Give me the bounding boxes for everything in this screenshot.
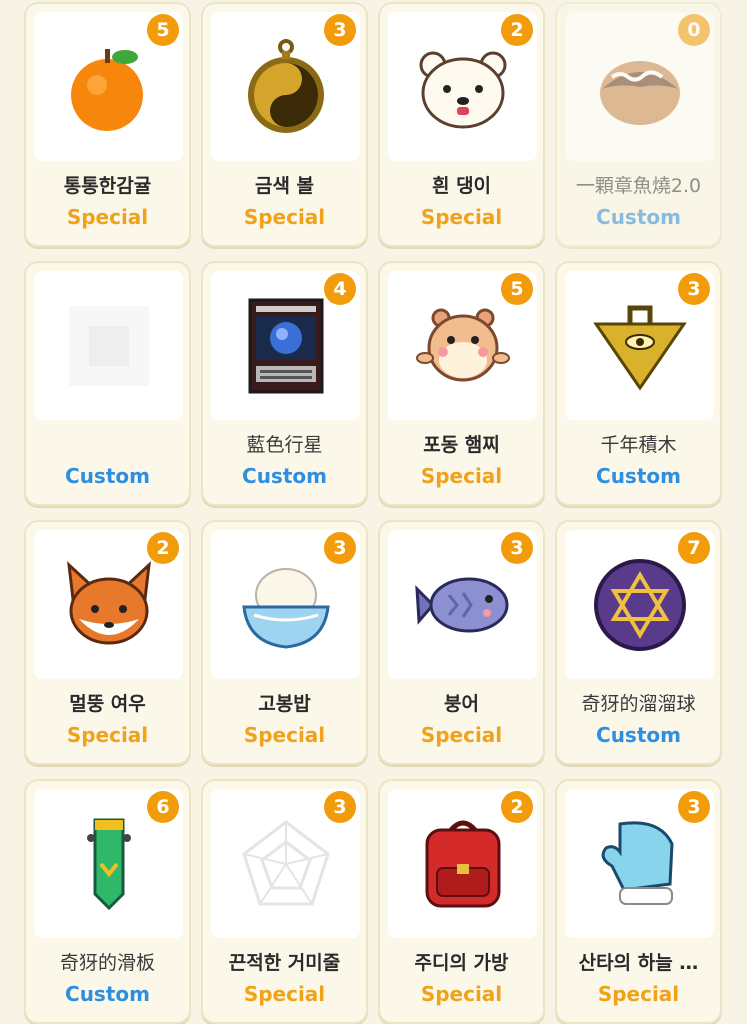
item-type-label: Special [66,205,149,229]
item-card[interactable]: 6 奇犽的滑板 Custom [24,779,191,1024]
mitten-icon [601,820,674,905]
item-type-label: Custom [596,723,681,747]
item-card[interactable]: 2 흰 댕이 Special [378,2,545,247]
hamster-icon [415,308,510,381]
red-backpack-icon [425,820,500,907]
hexagram-yoyo-icon [593,558,686,651]
item-card[interactable]: 3 금색 볼 Special [201,2,368,247]
item-name: 고봉밥 [258,693,311,715]
item-card[interactable]: 4 藍色行星 Custom [201,261,368,506]
item-name: 奇犽的溜溜球 [581,693,696,715]
item-type-label: Special [420,723,503,747]
count-badge: 3 [678,791,710,823]
millennium-puzzle-icon [592,305,687,391]
count-badge: 2 [501,14,533,46]
skateboard-icon [86,818,131,910]
count-badge: 2 [147,532,179,564]
item-card[interactable]: 3 고봉밥 Special [201,520,368,765]
item-card[interactable]: 3 千年積木 Custom [555,261,722,506]
item-name: 포동 햄찌 [423,434,500,456]
item-card[interactable]: 0 一顆章魚燒2.0 Custom [555,2,722,247]
count-badge: 5 [501,273,533,305]
item-type-label: Custom [596,464,681,488]
count-badge: 3 [678,273,710,305]
count-badge: 4 [324,273,356,305]
item-name: 산타의 하늘 … [578,952,699,974]
item-type-label: Special [420,464,503,488]
item-type-label: Special [243,723,326,747]
item-thumbnail [34,271,183,420]
tangerine-icon [70,48,143,131]
item-type-label: Custom [65,982,150,1006]
blue-planet-screen-icon [248,298,323,393]
takoyaki-icon [599,60,680,125]
count-badge: 3 [501,532,533,564]
item-card[interactable]: 5 포동 햄찌 Special [378,261,545,506]
count-badge: 2 [501,791,533,823]
item-grid: 5 통통한감귤 Special 3 금색 볼 Special 2 흰 댕이 Sp… [0,0,747,1024]
item-type-label: Special [420,205,503,229]
item-name: 一顆章魚燒2.0 [575,175,702,197]
item-card[interactable]: 7 奇犽的溜溜球 Custom [555,520,722,765]
golden-yin-yang-ball-icon [247,38,324,133]
item-name: 멀뚱 여우 [69,693,146,715]
item-card[interactable]: 2 멀뚱 여우 Special [24,520,191,765]
spider-web-icon [241,819,330,905]
item-type-label: Special [243,205,326,229]
rice-bowl-icon [241,567,330,649]
item-name: 통통한감귤 [63,175,152,197]
item-card[interactable]: Custom [24,261,191,506]
count-badge: 5 [147,14,179,46]
item-name: 藍色行星 [246,434,323,456]
item-card[interactable]: 5 통통한감귤 Special [24,2,191,247]
item-name: 주디의 가방 [414,952,509,974]
white-puppy-icon [419,51,506,128]
item-type-label: Special [420,982,503,1006]
item-name: 흰 댕이 [431,175,492,197]
item-name: 끈적한 거미줄 [228,952,341,974]
fish-bread-icon [414,577,508,632]
blurred-image-icon [68,305,149,386]
item-name: 奇犽的滑板 [59,952,155,974]
count-badge: 6 [147,791,179,823]
count-badge: 0 [678,14,710,46]
count-badge: 7 [678,532,710,564]
fox-icon [66,560,151,644]
item-type-label: Custom [65,464,150,488]
count-badge: 3 [324,532,356,564]
item-name: 금색 볼 [254,175,315,197]
item-card[interactable]: 3 붕어 Special [378,520,545,765]
item-card[interactable]: 3 끈적한 거미줄 Special [201,779,368,1024]
item-type-label: Custom [242,464,327,488]
item-type-label: Special [597,982,680,1006]
item-type-label: Special [243,982,326,1006]
item-card[interactable]: 3 산타의 하늘 … Special [555,779,722,1024]
count-badge: 3 [324,791,356,823]
item-card[interactable]: 2 주디의 가방 Special [378,779,545,1024]
item-name: 千年積木 [600,434,677,456]
count-badge: 3 [324,14,356,46]
item-type-label: Custom [596,205,681,229]
item-name: 붕어 [444,693,479,715]
item-type-label: Special [66,723,149,747]
